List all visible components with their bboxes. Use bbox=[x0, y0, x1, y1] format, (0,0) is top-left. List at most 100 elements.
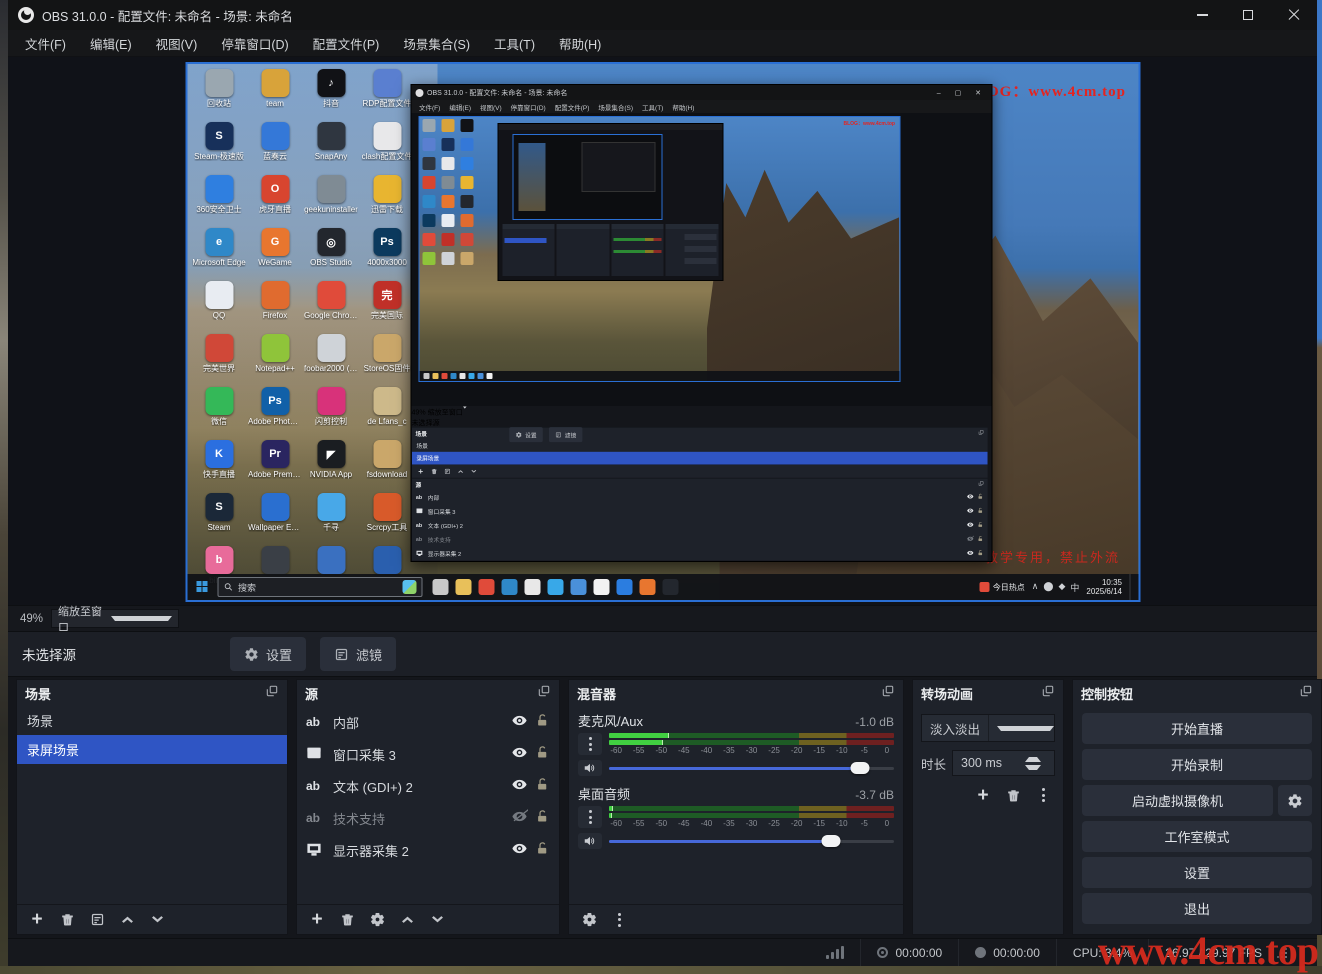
sources-header[interactable]: 源 bbox=[297, 680, 559, 706]
start-button[interactable] bbox=[187, 574, 217, 600]
desktop-icon[interactable]: clash配置文件 bbox=[359, 119, 415, 172]
taskbar-app-icon[interactable] bbox=[662, 579, 678, 595]
desktop-icon[interactable]: Notepad++ bbox=[247, 331, 303, 384]
add-scene-button[interactable]: + bbox=[415, 467, 426, 477]
eye-off-icon[interactable] bbox=[966, 535, 973, 544]
channel-menu-button[interactable] bbox=[578, 733, 602, 755]
remove-transition-button[interactable] bbox=[1001, 784, 1025, 806]
advanced-audio-button[interactable] bbox=[577, 909, 601, 931]
source-properties-button[interactable]: 设置 bbox=[230, 637, 306, 671]
desktop-icon[interactable]: foobar2000 (x64) bbox=[303, 331, 359, 384]
source-item[interactable]: 窗口采集 3 bbox=[297, 738, 559, 770]
desktop-icon[interactable]: PsAdobe Photosh.. bbox=[247, 384, 303, 437]
transition-dropdown-button[interactable] bbox=[988, 715, 1055, 741]
scene-filters-button[interactable] bbox=[441, 467, 452, 477]
eye-icon[interactable] bbox=[966, 507, 973, 516]
source-filters-button[interactable]: 滤镜 bbox=[320, 637, 396, 671]
desktop-icon[interactable]: Firefox bbox=[247, 278, 303, 331]
desktop-icon[interactable]: RDP配置文件 bbox=[359, 66, 415, 119]
source-item[interactable]: ab技术支持 bbox=[297, 802, 559, 834]
popout-icon[interactable] bbox=[1299, 684, 1313, 703]
desktop-icon[interactable]: geekuninstaller bbox=[303, 172, 359, 225]
volume-slider[interactable] bbox=[609, 762, 894, 774]
menu-item[interactable]: 视图(V) bbox=[145, 30, 209, 57]
scenes-header[interactable]: 场景 bbox=[17, 680, 287, 706]
taskbar-clock[interactable]: 10:35 2025/6/14 bbox=[1086, 578, 1122, 596]
lock-icon[interactable] bbox=[535, 809, 550, 827]
source-properties-gear-button[interactable] bbox=[365, 909, 389, 931]
desktop-icon[interactable]: ◎OBS Studio bbox=[303, 225, 359, 278]
taskbar-app-icon[interactable] bbox=[570, 579, 586, 595]
studio-mode-button[interactable]: 工作室模式 bbox=[1082, 821, 1312, 852]
lock-icon[interactable] bbox=[535, 745, 550, 763]
lock-icon[interactable] bbox=[977, 507, 984, 515]
zoom-fit-select[interactable]: 缩放至窗口 bbox=[427, 406, 466, 416]
lock-icon[interactable] bbox=[977, 493, 984, 501]
menu-item[interactable]: 文件(F) bbox=[14, 30, 77, 57]
scenes-header[interactable]: 场景 bbox=[411, 428, 987, 439]
tray-icon[interactable]: ◆ bbox=[1058, 581, 1065, 594]
transition-select[interactable]: 淡入淡出 bbox=[921, 714, 1055, 742]
eye-off-icon[interactable] bbox=[511, 808, 528, 828]
desktop-icon[interactable]: 蓝奏云 bbox=[247, 119, 303, 172]
desktop-icon[interactable]: ♪抖音 bbox=[303, 66, 359, 119]
popout-icon[interactable] bbox=[977, 480, 983, 488]
scene-up-button[interactable] bbox=[115, 909, 139, 931]
remove-scene-button[interactable] bbox=[55, 909, 79, 931]
desktop-icon[interactable]: 微信 bbox=[191, 384, 247, 437]
desktop-icon[interactable]: StoreOS固件 bbox=[359, 331, 415, 384]
remove-scene-button[interactable] bbox=[428, 467, 439, 477]
taskbar-app-icon[interactable] bbox=[639, 579, 655, 595]
menu-item[interactable]: 视图(V) bbox=[476, 101, 506, 113]
slider-handle[interactable] bbox=[822, 835, 841, 847]
menu-item[interactable]: 文件(F) bbox=[415, 101, 444, 113]
scene-item[interactable]: 录屏场景 bbox=[17, 735, 287, 764]
preview-area[interactable]: BLOG：www.4cm.top 教学专用，禁止外流 回收站team♪抖音RDP… bbox=[8, 57, 1317, 605]
spin-down-button[interactable] bbox=[1025, 765, 1041, 770]
eye-icon[interactable] bbox=[511, 712, 528, 732]
desktop-icon[interactable]: team bbox=[247, 66, 303, 119]
desktop-icon[interactable]: Wallpaper Engine bbox=[247, 490, 303, 543]
source-item[interactable]: 显示器采集 2 bbox=[411, 547, 987, 561]
menu-item[interactable]: 工具(T) bbox=[483, 30, 546, 57]
menu-item[interactable]: 配置文件(P) bbox=[302, 30, 391, 57]
volume-slider[interactable] bbox=[609, 835, 894, 847]
titlebar[interactable]: OBS 31.0.0 - 配置文件: 未命名 - 场景: 未命名 bbox=[8, 0, 1317, 30]
taskbar-app-icon[interactable] bbox=[524, 579, 540, 595]
desktop-icon[interactable]: GWeGame bbox=[247, 225, 303, 278]
desktop-icon[interactable]: K快手直播 bbox=[191, 437, 247, 490]
desktop-icon[interactable]: ◤NVIDIA App bbox=[303, 437, 359, 490]
menu-item[interactable]: 编辑(E) bbox=[445, 101, 475, 113]
desktop-icon[interactable]: SSteam-极速版 bbox=[191, 119, 247, 172]
popout-icon[interactable] bbox=[977, 429, 983, 437]
zoom-fit-select[interactable]: 缩放至窗口 bbox=[51, 609, 179, 628]
desktop-icon[interactable]: 回收站 bbox=[191, 66, 247, 119]
start-streaming-button[interactable]: 开始直播 bbox=[1082, 713, 1312, 744]
add-source-button[interactable]: + bbox=[305, 909, 329, 931]
popout-icon[interactable] bbox=[537, 684, 551, 703]
remove-source-button[interactable] bbox=[335, 909, 359, 931]
spin-up-button[interactable] bbox=[1025, 757, 1041, 762]
taskbar-app-icon[interactable] bbox=[593, 579, 609, 595]
transitions-header[interactable]: 转场动画 bbox=[913, 680, 1063, 706]
show-desktop-button[interactable] bbox=[1129, 574, 1132, 600]
mixer-menu-button[interactable] bbox=[607, 909, 631, 931]
duration-spinbox[interactable]: 300 ms bbox=[952, 750, 1055, 776]
desktop-icon[interactable]: SSteam bbox=[191, 490, 247, 543]
tray-hotspot[interactable]: 今日热点 bbox=[980, 582, 1025, 593]
scene-item[interactable]: 场景 bbox=[411, 439, 987, 452]
settings-button[interactable]: 设置 bbox=[1082, 857, 1312, 888]
taskbar-app-icon[interactable] bbox=[478, 579, 494, 595]
scene-up-button[interactable] bbox=[455, 467, 466, 477]
menu-item[interactable]: 停靠窗口(D) bbox=[507, 101, 550, 113]
eye-icon[interactable] bbox=[966, 521, 973, 530]
scene-filters-button[interactable] bbox=[85, 909, 109, 931]
taskbar[interactable]: 搜索 今日热点 ∧⬤◆中 10:35 2025/6/14 bbox=[187, 574, 1138, 600]
eye-icon[interactable] bbox=[511, 776, 528, 796]
eye-icon[interactable] bbox=[511, 744, 528, 764]
virtual-camera-config-button[interactable] bbox=[1278, 785, 1312, 816]
source-filters-button[interactable]: 滤镜 bbox=[548, 427, 581, 442]
taskbar-app-icon[interactable] bbox=[432, 579, 448, 595]
source-item[interactable]: ab技术支持 bbox=[411, 532, 987, 546]
controls-header[interactable]: 控制按钮 bbox=[1073, 680, 1321, 706]
